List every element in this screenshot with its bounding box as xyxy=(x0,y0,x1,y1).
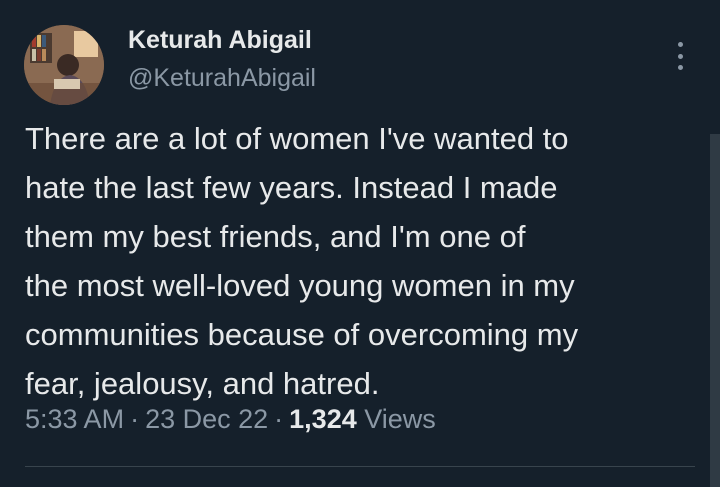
tweet-date[interactable]: 23 Dec 22 xyxy=(145,404,268,434)
tweet-text-line: them my best friends, and I'm one of xyxy=(25,219,526,254)
tweet-text-line: the most well-loved young women in my xyxy=(25,268,575,303)
tweet-text: There are a lot of women I've wanted to … xyxy=(25,114,705,408)
dot xyxy=(677,65,683,70)
tweet-text-line: fear, jealousy, and hatred. xyxy=(25,366,380,401)
divider xyxy=(25,466,695,467)
tweet-text-line: There are a lot of women I've wanted to xyxy=(25,121,569,156)
dot xyxy=(677,42,683,47)
author-display-name[interactable]: Keturah Abigail xyxy=(128,26,312,55)
views-label: Views xyxy=(364,404,436,434)
tweet-time[interactable]: 5:33 AM xyxy=(25,404,124,434)
avatar[interactable] xyxy=(24,25,104,105)
more-vertical-icon[interactable] xyxy=(666,40,694,72)
tweet-meta: 5:33 AM · 23 Dec 22 · 1,324 Views xyxy=(25,404,436,435)
author-handle[interactable]: @KeturahAbigail xyxy=(128,64,316,93)
meta-separator: · xyxy=(274,404,284,434)
dot xyxy=(677,53,683,59)
tweet-detail: Keturah Abigail @KeturahAbigail There ar… xyxy=(0,0,720,487)
views-count[interactable]: 1,324 xyxy=(289,404,357,434)
meta-separator: · xyxy=(130,404,140,434)
profile-photo-icon xyxy=(24,25,104,105)
scrollbar[interactable] xyxy=(710,134,720,487)
tweet-text-line: communities because of overcoming my xyxy=(25,317,579,352)
tweet-text-line: hate the last few years. Instead I made xyxy=(25,170,558,205)
